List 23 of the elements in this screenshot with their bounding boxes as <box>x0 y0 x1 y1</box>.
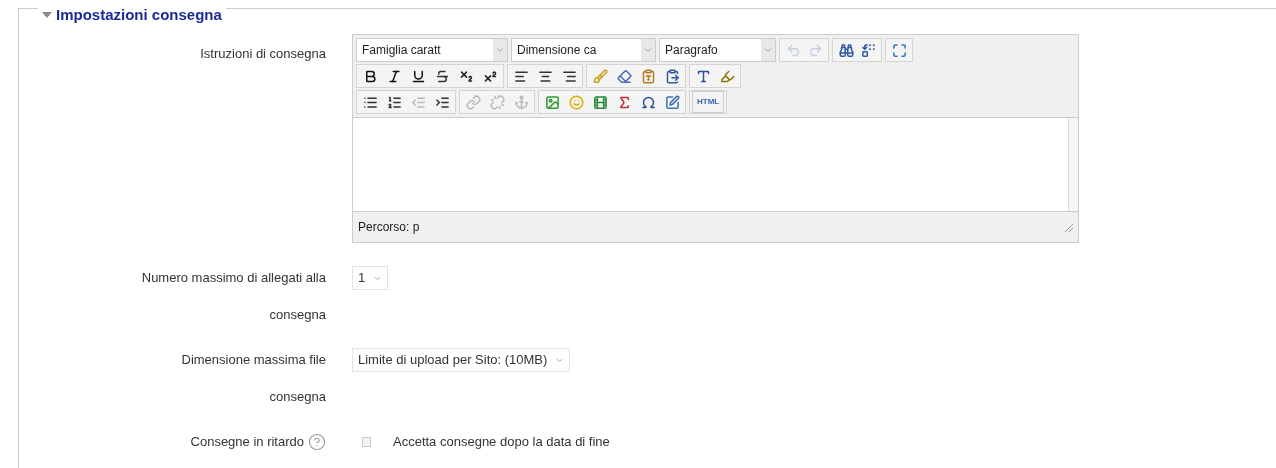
toolbar-dropdown[interactable]: Paragrafo <box>659 38 776 62</box>
field-label: Istruzioni di consegna <box>200 46 326 61</box>
checkbox-label: Accetta consegne dopo la data di fine <box>393 432 610 451</box>
section-title[interactable]: Impostazioni consegna <box>56 4 222 27</box>
triangle-icon[interactable] <box>42 11 52 20</box>
scrollbar[interactable] <box>1068 118 1078 211</box>
toolbar-dropdown[interactable]: Dimensione ca <box>511 38 656 62</box>
caret-icon <box>495 45 505 55</box>
field-label: Dimensione massima file <box>181 351 326 369</box>
toolbar-dropdown[interactable]: Famiglia caratt <box>356 38 508 62</box>
field-label: Consegne in ritardo <box>190 433 304 451</box>
field-label: consegna <box>269 306 326 324</box>
resize-handle-icon[interactable] <box>1064 222 1073 232</box>
caret-icon <box>643 45 653 55</box>
select-field[interactable]: 1 <box>352 266 389 290</box>
help-icon[interactable] <box>308 432 326 451</box>
caret-icon <box>763 45 773 55</box>
element-path: Percorso: p <box>358 219 420 236</box>
field-label: Numero massimo di allegati alla <box>141 269 326 287</box>
field-label: consegna <box>269 388 326 406</box>
html-button[interactable]: HTML <box>692 91 725 113</box>
select-field[interactable]: Limite di upload per Sito: (10MB) <box>352 348 571 372</box>
checkbox[interactable] <box>362 436 371 447</box>
